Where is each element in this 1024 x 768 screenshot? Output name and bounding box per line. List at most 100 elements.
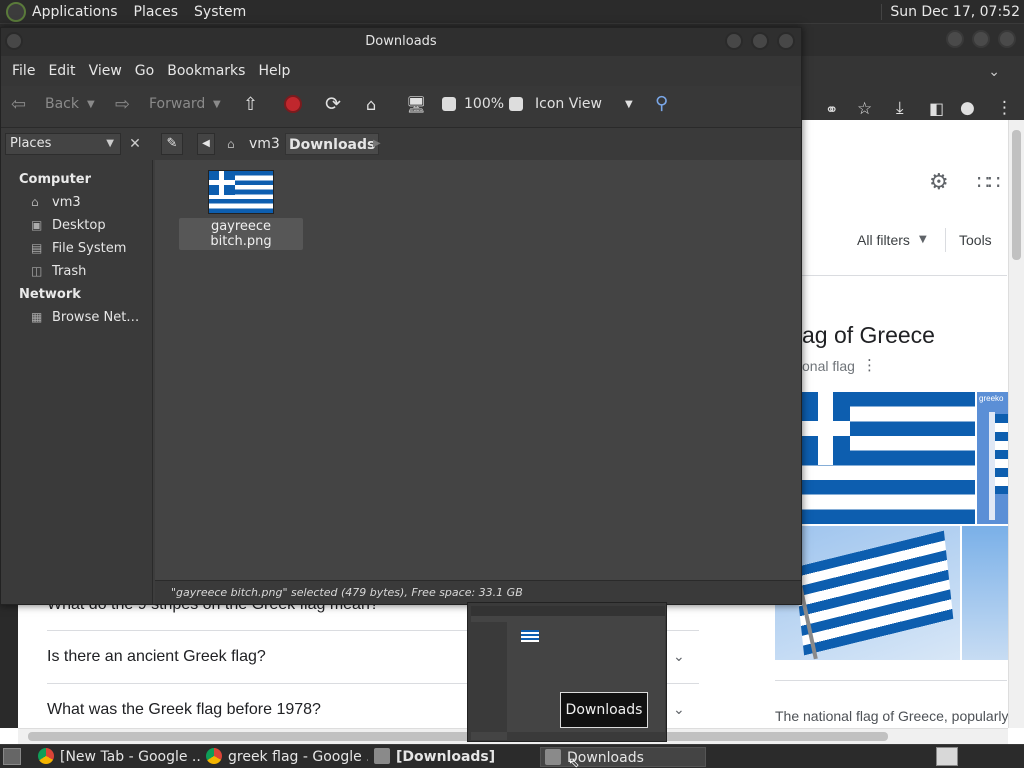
browser-menu-icon[interactable]: ⋮ bbox=[996, 98, 1013, 118]
maximize-icon[interactable] bbox=[751, 32, 769, 50]
back-button[interactable]: Back bbox=[45, 96, 79, 112]
browser-vertical-scrollbar[interactable] bbox=[1008, 120, 1024, 728]
sidebar-item-file-system[interactable]: ▤ File System bbox=[31, 241, 126, 256]
network-icon: ▦ bbox=[31, 310, 43, 324]
sidebar-heading-computer: Computer bbox=[19, 172, 92, 187]
top-panel: Applications Places System Sun Dec 17, 0… bbox=[0, 0, 1024, 24]
view-mode-select[interactable]: Icon View bbox=[535, 96, 602, 112]
sidebar-item-browse-network[interactable]: ▦ Browse Net… bbox=[31, 310, 139, 325]
taskbar-item-label: [New Tab - Google ... bbox=[60, 749, 200, 765]
taskbar-item-new-tab[interactable]: [New Tab - Google ... bbox=[38, 747, 200, 767]
sky-flag-image[interactable] bbox=[962, 526, 1008, 660]
menu-go[interactable]: Go bbox=[135, 63, 154, 79]
taskbar-item-downloads[interactable]: Downloads bbox=[540, 747, 706, 767]
sidebar-item-label: File System bbox=[52, 241, 127, 256]
window-titlebar[interactable]: Downloads bbox=[1, 28, 801, 56]
panel-menu-system[interactable]: System bbox=[194, 4, 246, 20]
toolbar: ⇦ Back ▼ ⇨ Forward ▼ ⇧ ⟳ ⌂ 🖥 100% Icon V… bbox=[1, 86, 801, 128]
panel-clock[interactable]: Sun Dec 17, 07:52 bbox=[881, 3, 1020, 20]
window-tooltip: Downloads bbox=[560, 692, 648, 728]
up-arrow-icon[interactable]: ⇧ bbox=[243, 94, 258, 115]
scrollbar-thumb[interactable] bbox=[1012, 130, 1021, 260]
close-icon[interactable] bbox=[777, 32, 795, 50]
google-apps-icon[interactable]: ∷∷ bbox=[977, 170, 1000, 194]
taskbar-item-label: [Downloads] bbox=[396, 749, 496, 765]
all-filters-button[interactable]: All filters bbox=[857, 232, 910, 248]
menu-view[interactable]: View bbox=[89, 63, 122, 79]
profile-avatar-icon[interactable]: ● bbox=[960, 98, 975, 118]
close-icon[interactable] bbox=[998, 30, 1016, 48]
location-bar: Places ▼ ✕ ✎ ◀ ⌂ vm3 Downloads ▶ bbox=[1, 128, 801, 160]
minimize-icon[interactable] bbox=[946, 30, 964, 48]
knowledge-description: The national flag of Greece, popularly bbox=[775, 708, 1008, 724]
zoom-out-icon[interactable] bbox=[442, 97, 456, 111]
greek-flag-image[interactable] bbox=[802, 392, 975, 524]
file-manager-window: Downloads File Edit View Go Bookmarks He… bbox=[0, 27, 802, 605]
panel-menu-places[interactable]: Places bbox=[134, 4, 179, 20]
tools-button[interactable]: Tools bbox=[959, 232, 992, 248]
side-panel-icon[interactable]: ◧ bbox=[929, 99, 944, 118]
close-sidebar-icon[interactable]: ✕ bbox=[125, 134, 145, 154]
desktop-icon: ▣ bbox=[31, 218, 43, 232]
sidebar-item-vm3[interactable]: ⌂ vm3 bbox=[31, 195, 81, 210]
image-badge: greeko bbox=[979, 394, 1004, 403]
stop-icon[interactable] bbox=[284, 95, 302, 113]
menu-edit[interactable]: Edit bbox=[48, 63, 75, 79]
faq-item[interactable]: Is there an ancient Greek flag? bbox=[47, 648, 266, 666]
more-options-icon[interactable]: ⋮ bbox=[862, 356, 877, 374]
waving-flag-image[interactable] bbox=[775, 526, 960, 660]
scrollbar-thumb[interactable] bbox=[28, 732, 888, 741]
share-icon[interactable]: ⚭ bbox=[825, 100, 838, 119]
knowledge-panel-subtitle: onal flag bbox=[802, 358, 855, 374]
edit-location-icon[interactable]: ✎ bbox=[161, 133, 183, 155]
window-menu-icon[interactable] bbox=[5, 32, 23, 50]
forward-arrow-icon[interactable]: ⇨ bbox=[115, 94, 130, 115]
reload-icon[interactable]: ⟳ bbox=[325, 93, 341, 115]
back-arrow-icon[interactable]: ⇦ bbox=[11, 94, 26, 115]
filters-dropdown-icon[interactable]: ▼ bbox=[919, 234, 927, 245]
knowledge-panel-title: ag of Greece bbox=[802, 322, 935, 348]
crumb-right-arrow-icon[interactable]: ▶ bbox=[373, 133, 381, 155]
faq-item[interactable]: What was the Greek flag before 1978? bbox=[47, 701, 321, 719]
sidebar-selector-label: Places bbox=[10, 136, 52, 151]
maximize-icon[interactable] bbox=[972, 30, 990, 48]
tab-search-chevron-icon[interactable]: ⌄ bbox=[988, 64, 1000, 80]
forward-button[interactable]: Forward bbox=[149, 96, 205, 112]
home-icon[interactable]: ⌂ bbox=[366, 95, 376, 114]
zoom-in-icon[interactable] bbox=[509, 97, 523, 111]
workspace-switcher[interactable] bbox=[936, 747, 958, 766]
breadcrumb-vm3[interactable]: vm3 bbox=[249, 133, 280, 155]
flag-cross bbox=[219, 171, 224, 195]
file-item[interactable]: gayreece bitch.png bbox=[179, 170, 303, 250]
taskbar-item-downloads-minimized[interactable]: [Downloads] bbox=[374, 747, 534, 767]
chevron-down-icon[interactable]: ⌄ bbox=[673, 649, 685, 665]
breadcrumb-downloads[interactable]: Downloads bbox=[285, 133, 380, 155]
menu-file[interactable]: File bbox=[12, 63, 35, 79]
show-desktop-icon[interactable] bbox=[3, 748, 21, 765]
sidebar-item-desktop[interactable]: ▣ Desktop bbox=[31, 218, 106, 233]
panel-menu-applications[interactable]: Applications bbox=[32, 4, 118, 20]
view-mode-dropdown-icon[interactable]: ▼ bbox=[625, 99, 633, 110]
menu-help[interactable]: Help bbox=[258, 63, 290, 79]
menu-bookmarks[interactable]: Bookmarks bbox=[167, 63, 245, 79]
download-icon[interactable]: ⤓ bbox=[896, 98, 904, 118]
file-view[interactable]: gayreece bitch.png bbox=[155, 160, 801, 580]
crumb-left-arrow-icon[interactable]: ◀ bbox=[197, 133, 215, 155]
chevron-down-icon[interactable]: ⌄ bbox=[673, 702, 685, 718]
drive-icon: ▤ bbox=[31, 241, 43, 255]
search-icon[interactable]: ⚲ bbox=[655, 93, 668, 114]
bookmark-star-icon[interactable]: ☆ bbox=[857, 99, 872, 119]
computer-icon[interactable]: 🖥 bbox=[406, 95, 426, 114]
minimize-icon[interactable] bbox=[725, 32, 743, 50]
mate-logo-icon[interactable] bbox=[6, 1, 26, 22]
sidebar-selector[interactable]: Places ▼ bbox=[5, 133, 121, 155]
mouse-cursor-icon: ⬁ bbox=[568, 755, 580, 768]
settings-gear-icon[interactable]: ⚙ bbox=[929, 170, 949, 195]
forward-dropdown-icon[interactable]: ▼ bbox=[213, 99, 221, 110]
preview-sidebar bbox=[471, 622, 507, 732]
back-dropdown-icon[interactable]: ▼ bbox=[87, 99, 95, 110]
bottom-panel: [New Tab - Google ... greek flag - Googl… bbox=[0, 744, 1024, 768]
taskbar-item-greek-flag[interactable]: greek flag - Google ... bbox=[206, 747, 368, 767]
sidebar-item-trash[interactable]: ◫ Trash bbox=[31, 264, 86, 279]
greek-flag-pole-image[interactable]: greeko bbox=[977, 392, 1008, 524]
